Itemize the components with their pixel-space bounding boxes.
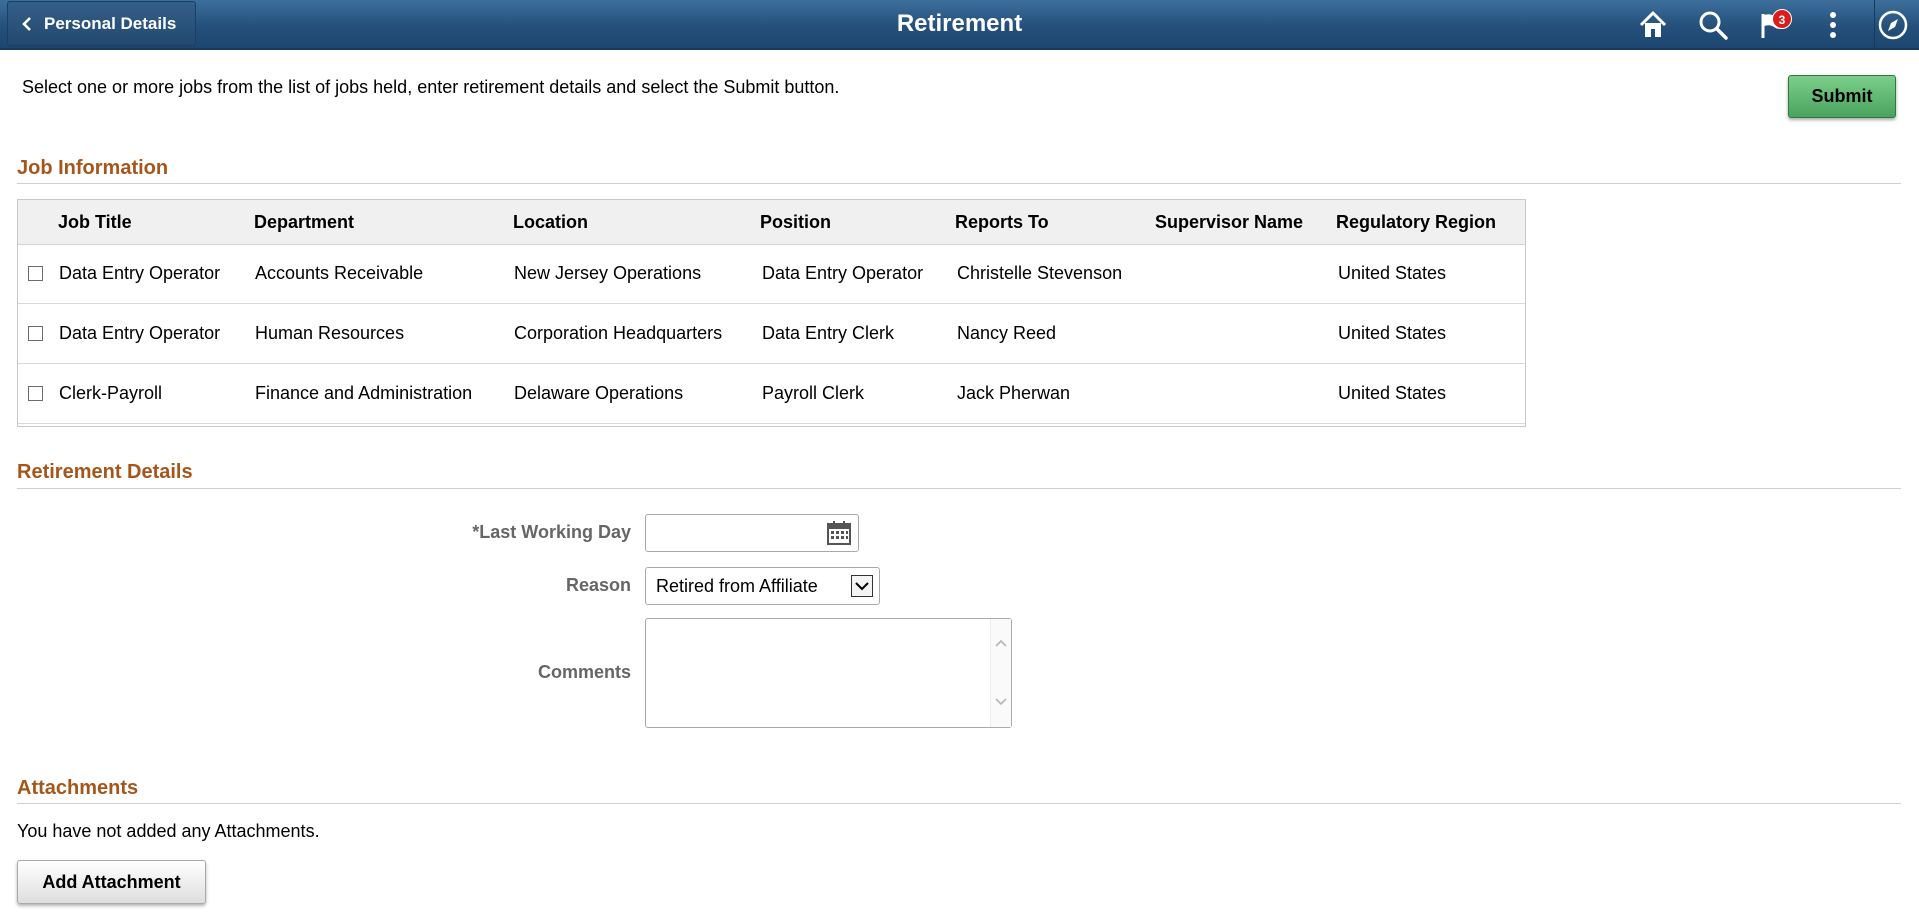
reason-label: Reason xyxy=(566,575,631,596)
reason-selected-value: Retired from Affiliate xyxy=(656,576,818,597)
attachments-divider xyxy=(17,803,1901,804)
page-title: Retirement xyxy=(0,0,1919,48)
instruction-text: Select one or more jobs from the list of… xyxy=(22,77,839,98)
chevron-down-icon[interactable] xyxy=(851,575,873,597)
cell-job-title: Data Entry Operator xyxy=(59,323,220,344)
search-icon[interactable] xyxy=(1696,8,1730,42)
table-row: Clerk-Payroll Finance and Administration… xyxy=(18,364,1525,424)
grid-header-row: Job Title Department Location Position R… xyxy=(18,200,1525,245)
chevron-left-icon xyxy=(22,17,44,31)
column-header-location: Location xyxy=(513,212,588,233)
column-header-supervisor-name: Supervisor Name xyxy=(1155,212,1303,233)
cell-regulatory-region: United States xyxy=(1338,263,1446,284)
job-information-grid: Job Title Department Location Position R… xyxy=(17,199,1526,427)
cell-location: Corporation Headquarters xyxy=(514,323,722,344)
cell-position: Data Entry Operator xyxy=(762,263,923,284)
back-button[interactable]: Personal Details xyxy=(7,1,196,46)
cell-reports-to: Christelle Stevenson xyxy=(957,263,1122,284)
cell-location: New Jersey Operations xyxy=(514,263,701,284)
submit-button[interactable]: Submit xyxy=(1788,75,1896,118)
cell-position: Payroll Clerk xyxy=(762,383,864,404)
cell-reports-to: Nancy Reed xyxy=(957,323,1056,344)
cell-department: Accounts Receivable xyxy=(255,263,423,284)
column-header-job-title: Job Title xyxy=(58,212,132,233)
column-header-department: Department xyxy=(254,212,354,233)
last-working-day-label: *Last Working Day xyxy=(472,522,631,543)
cell-regulatory-region: United States xyxy=(1338,383,1446,404)
cell-job-title: Clerk-Payroll xyxy=(59,383,162,404)
cell-department: Human Resources xyxy=(255,323,404,344)
comments-scrollbar[interactable] xyxy=(990,619,1011,727)
cell-location: Delaware Operations xyxy=(514,383,683,404)
header-divider xyxy=(1874,0,1875,48)
reason-dropdown[interactable]: Retired from Affiliate xyxy=(645,567,880,605)
comments-label: Comments xyxy=(538,662,631,683)
row-select-checkbox[interactable] xyxy=(28,386,43,401)
cell-department: Finance and Administration xyxy=(255,383,472,404)
column-header-reports-to: Reports To xyxy=(955,212,1049,233)
notification-count-badge: 3 xyxy=(1772,9,1792,29)
column-header-regulatory-region: Regulatory Region xyxy=(1336,212,1496,233)
table-row: Data Entry Operator Human Resources Corp… xyxy=(18,304,1525,364)
cell-position: Data Entry Clerk xyxy=(762,323,894,344)
cell-reports-to: Jack Pherwan xyxy=(957,383,1070,404)
attachments-heading: Attachments xyxy=(17,777,138,800)
cell-job-title: Data Entry Operator xyxy=(59,263,220,284)
back-button-label: Personal Details xyxy=(44,14,176,34)
job-information-heading: Job Information xyxy=(17,157,168,180)
last-working-day-input[interactable] xyxy=(645,514,859,552)
home-icon[interactable] xyxy=(1636,8,1670,42)
retirement-details-divider xyxy=(17,488,1901,489)
job-information-divider xyxy=(17,183,1901,184)
column-header-position: Position xyxy=(760,212,831,233)
navbar-compass-icon[interactable] xyxy=(1876,8,1910,42)
add-attachment-button[interactable]: Add Attachment xyxy=(17,860,206,904)
retirement-details-heading: Retirement Details xyxy=(17,461,193,484)
cell-regulatory-region: United States xyxy=(1338,323,1446,344)
row-select-checkbox[interactable] xyxy=(28,326,43,341)
table-row: Data Entry Operator Accounts Receivable … xyxy=(18,244,1525,304)
actions-menu-icon[interactable] xyxy=(1816,8,1850,42)
comments-textarea[interactable] xyxy=(645,618,1012,728)
top-navigation-bar: Personal Details Retirement 3 xyxy=(0,0,1919,50)
calendar-icon[interactable] xyxy=(826,520,852,546)
row-select-checkbox[interactable] xyxy=(28,266,43,281)
no-attachments-text: You have not added any Attachments. xyxy=(17,821,320,842)
